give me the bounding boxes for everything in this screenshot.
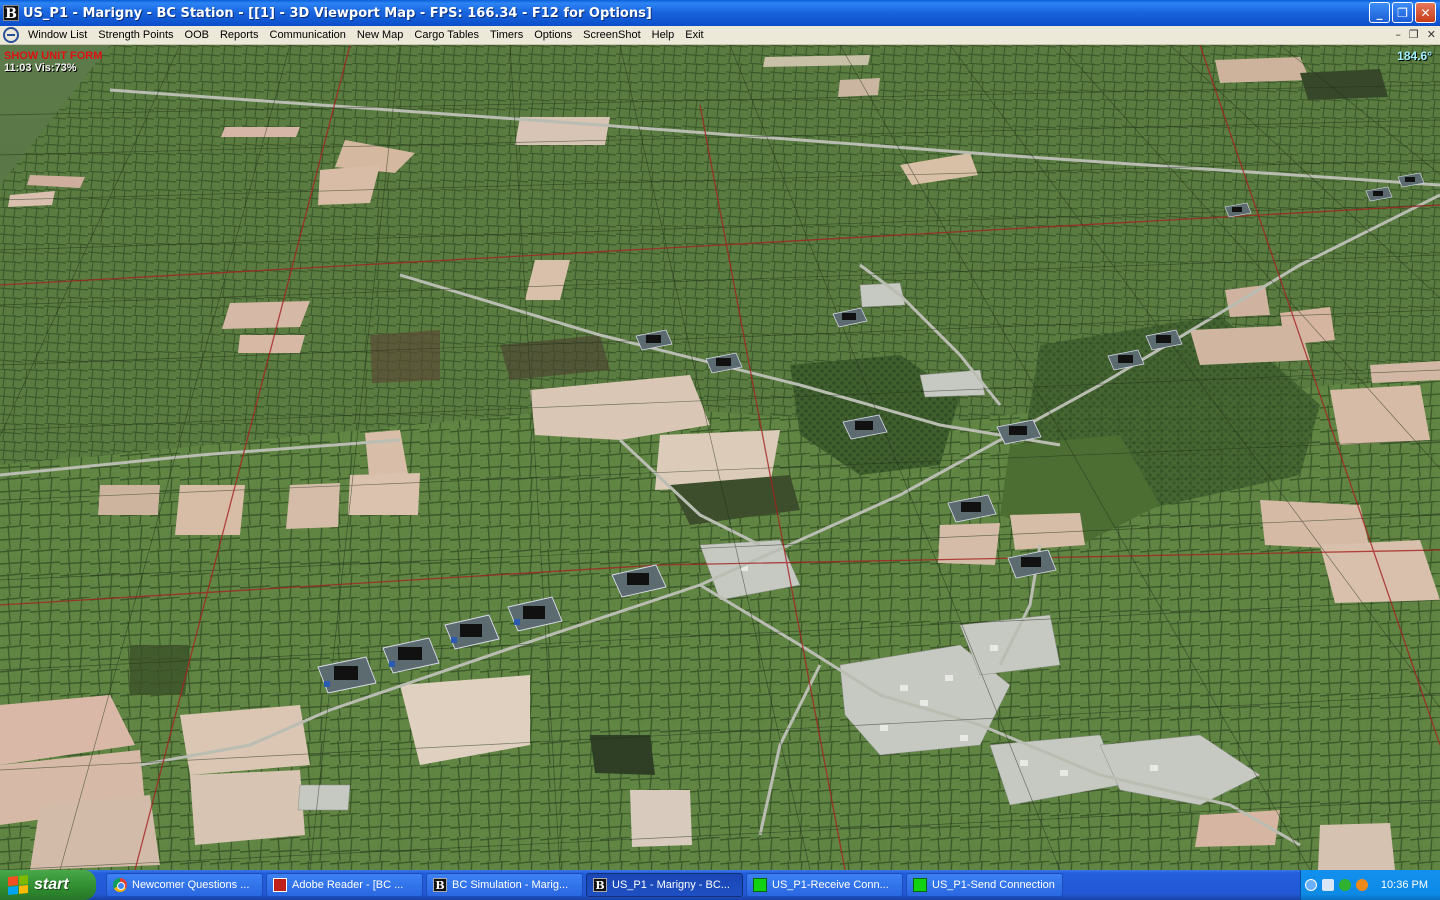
taskbar-item-us-p1-marigny[interactable]: B US_P1 - Marigny - BC... <box>586 873 743 897</box>
minimize-button[interactable]: _ <box>1369 2 1390 23</box>
green-square-icon <box>913 878 927 892</box>
terrain-canvas <box>0 45 1440 870</box>
taskbar-item-adobe-reader[interactable]: Adobe Reader - [BC ... <box>266 873 423 897</box>
system-tray: 10:36 PM <box>1300 870 1440 900</box>
3d-viewport-map[interactable]: SHOW UNIT FORM 11:03 Vis:73% 184.6° <box>0 45 1440 870</box>
tray-arrow-icon[interactable] <box>1304 879 1317 891</box>
clock[interactable]: 10:36 PM <box>1381 879 1428 891</box>
task-label: US_P1 - Marigny - BC... <box>612 879 730 891</box>
green-globe-icon[interactable] <box>1338 879 1351 891</box>
close-button[interactable]: ✕ <box>1415 2 1436 23</box>
menu-new-map[interactable]: New Map <box>352 29 409 41</box>
menu-timers[interactable]: Timers <box>485 29 529 41</box>
window-title-bar[interactable]: B US_P1 - Marigny - BC Station - [[1] - … <box>0 0 1440 26</box>
menu-cargo-tables[interactable]: Cargo Tables <box>409 29 485 41</box>
menu-reports[interactable]: Reports <box>215 29 265 41</box>
menu-bar: Window List Strength Points OOB Reports … <box>0 26 1440 45</box>
mdi-minimize-button[interactable]: – <box>1395 28 1401 41</box>
b-app-icon: B <box>433 878 447 892</box>
menu-strength-points[interactable]: Strength Points <box>93 29 179 41</box>
chrome-icon <box>113 878 127 892</box>
camera-heading-readout: 184.6° <box>1397 49 1432 63</box>
task-label: US_P1-Send Connection <box>932 879 1055 891</box>
task-label: Newcomer Questions ... <box>132 879 250 891</box>
menu-oob[interactable]: OOB <box>180 29 215 41</box>
taskbar-item-send-connection[interactable]: US_P1-Send Connection <box>906 873 1063 897</box>
window-title: US_P1 - Marigny - BC Station - [[1] - 3D… <box>23 5 652 21</box>
menu-window-list[interactable]: Window List <box>23 29 93 41</box>
task-label: BC Simulation - Marig... <box>452 879 569 891</box>
menu-screenshot[interactable]: ScreenShot <box>578 29 646 41</box>
start-button[interactable]: start <box>0 870 96 900</box>
mdi-restore-button[interactable]: ❐ <box>1409 28 1419 41</box>
app-icon[interactable]: B <box>3 5 19 22</box>
taskbar: start Newcomer Questions ... Adobe Reade… <box>0 870 1440 900</box>
task-label: Adobe Reader - [BC ... <box>292 879 404 891</box>
show-unit-form-label[interactable]: SHOW UNIT FORM <box>4 50 102 62</box>
menu-help[interactable]: Help <box>647 29 681 41</box>
b-app-icon: B <box>593 878 607 892</box>
taskbar-item-newcomer-questions[interactable]: Newcomer Questions ... <box>106 873 263 897</box>
menu-exit[interactable]: Exit <box>680 29 709 41</box>
start-label: start <box>34 876 69 893</box>
time-visibility-readout: 11:03 Vis:73% <box>4 62 77 74</box>
mdi-close-button[interactable]: ✕ <box>1427 28 1436 41</box>
restore-button[interactable]: ❐ <box>1392 2 1413 23</box>
network-icon[interactable] <box>1321 879 1334 891</box>
update-icon[interactable] <box>1355 879 1368 891</box>
menu-options[interactable]: Options <box>529 29 578 41</box>
green-square-icon <box>753 878 767 892</box>
taskbar-item-bc-simulation[interactable]: B BC Simulation - Marig... <box>426 873 583 897</box>
compass-icon[interactable] <box>3 27 19 43</box>
menu-communication[interactable]: Communication <box>265 29 352 41</box>
pdf-icon <box>273 878 287 892</box>
task-label: US_P1-Receive Conn... <box>772 879 889 891</box>
taskbar-item-receive-connection[interactable]: US_P1-Receive Conn... <box>746 873 903 897</box>
windows-logo-icon <box>8 874 28 896</box>
